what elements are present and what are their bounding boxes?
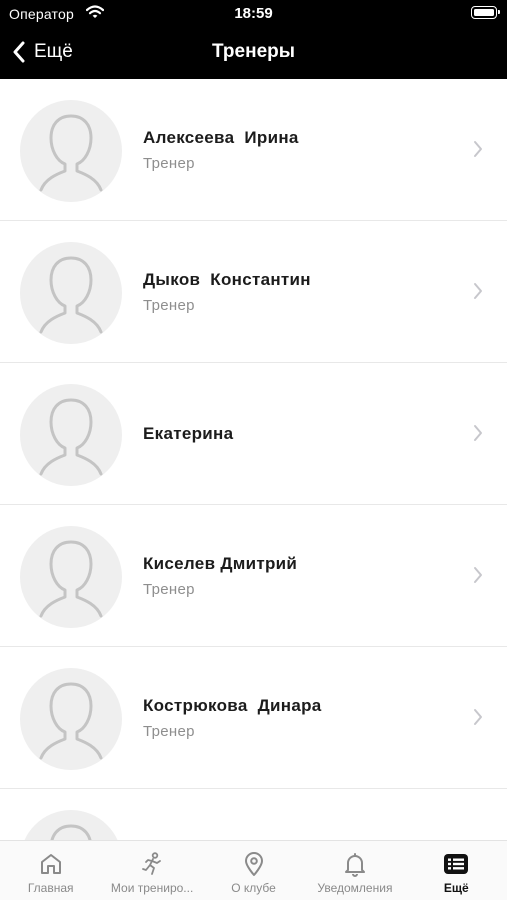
battery-icon — [471, 6, 500, 19]
top-bar: Оператор 18:59 Ещё Тренеры — [0, 0, 507, 79]
tab-label: Ещё — [443, 881, 469, 895]
person-placeholder-icon — [39, 682, 103, 760]
trainer-name: Алексеева Ирина — [143, 128, 299, 147]
trainer-info: Алексеева Ирина Тренер — [143, 79, 299, 221]
tab-label: О клубе — [231, 881, 276, 895]
home-icon — [40, 854, 61, 874]
running-person-icon — [142, 852, 162, 875]
person-placeholder-icon — [39, 114, 103, 192]
list-icon — [444, 854, 469, 874]
person-placeholder-icon — [39, 256, 103, 334]
chevron-right-icon — [474, 709, 482, 725]
trainer-row[interactable]: Киселев Дмитрий Тренер — [0, 505, 507, 647]
tab-about-club[interactable]: О клубе — [203, 841, 304, 900]
back-button[interactable]: Ещё — [12, 36, 73, 68]
status-time: 18:59 — [234, 5, 273, 22]
trainer-info: Кострюкова Динара Тренер — [143, 647, 322, 789]
bell-icon — [344, 853, 365, 877]
chevron-left-icon — [13, 41, 25, 63]
trainer-role: Тренер — [143, 297, 195, 314]
trainer-name: Дыков Константин — [143, 270, 311, 289]
chevron-right-icon — [474, 141, 482, 157]
trainer-info: Екатерина — [143, 363, 233, 505]
tab-label: Главная — [27, 881, 74, 895]
trainer-row[interactable]: Кострюкова Динара Тренер — [0, 647, 507, 789]
location-pin-icon — [244, 852, 263, 876]
chevron-right-icon — [474, 425, 482, 441]
trainer-row[interactable]: Дыков Константин Тренер — [0, 221, 507, 363]
tab-bar: Главная Мои трениро... О клубе Уведомлен… — [0, 840, 507, 900]
person-placeholder-icon — [39, 540, 103, 618]
trainer-row[interactable]: Екатерина — [0, 363, 507, 505]
back-label: Ещё — [34, 41, 73, 62]
trainer-row[interactable] — [0, 789, 507, 840]
tab-more[interactable]: Ещё — [406, 841, 507, 900]
trainer-info: Дыков Константин Тренер — [143, 221, 311, 363]
trainer-name: Кострюкова Динара — [143, 696, 322, 715]
person-placeholder-icon — [39, 398, 103, 476]
status-bar: Оператор 18:59 — [0, 0, 507, 28]
trainer-name: Екатерина — [143, 424, 234, 443]
chevron-right-icon — [474, 567, 482, 583]
trainer-info: Киселев Дмитрий Тренер — [143, 505, 297, 647]
avatar — [20, 242, 122, 344]
avatar — [20, 384, 122, 486]
avatar — [20, 526, 122, 628]
tab-notifications[interactable]: Уведомления — [304, 841, 405, 900]
tab-label: Мои трениро... — [110, 881, 194, 895]
page-title: Тренеры — [212, 41, 295, 62]
trainer-list: Алексеева Ирина Тренер Дыков Константин … — [0, 79, 507, 840]
trainer-role: Тренер — [143, 155, 195, 172]
trainer-name: Киселев Дмитрий — [143, 554, 298, 573]
avatar — [20, 100, 122, 202]
trainer-row[interactable]: Алексеева Ирина Тренер — [0, 79, 507, 221]
avatar — [20, 668, 122, 770]
trainer-role: Тренер — [143, 581, 195, 598]
chevron-right-icon — [474, 283, 482, 299]
tab-label: Уведомления — [317, 881, 393, 895]
tab-my-trainings[interactable]: Мои трениро... — [101, 841, 202, 900]
avatar — [20, 810, 122, 840]
tab-home[interactable]: Главная — [0, 841, 101, 900]
trainer-role: Тренер — [143, 723, 195, 740]
person-placeholder-icon — [50, 824, 92, 840]
